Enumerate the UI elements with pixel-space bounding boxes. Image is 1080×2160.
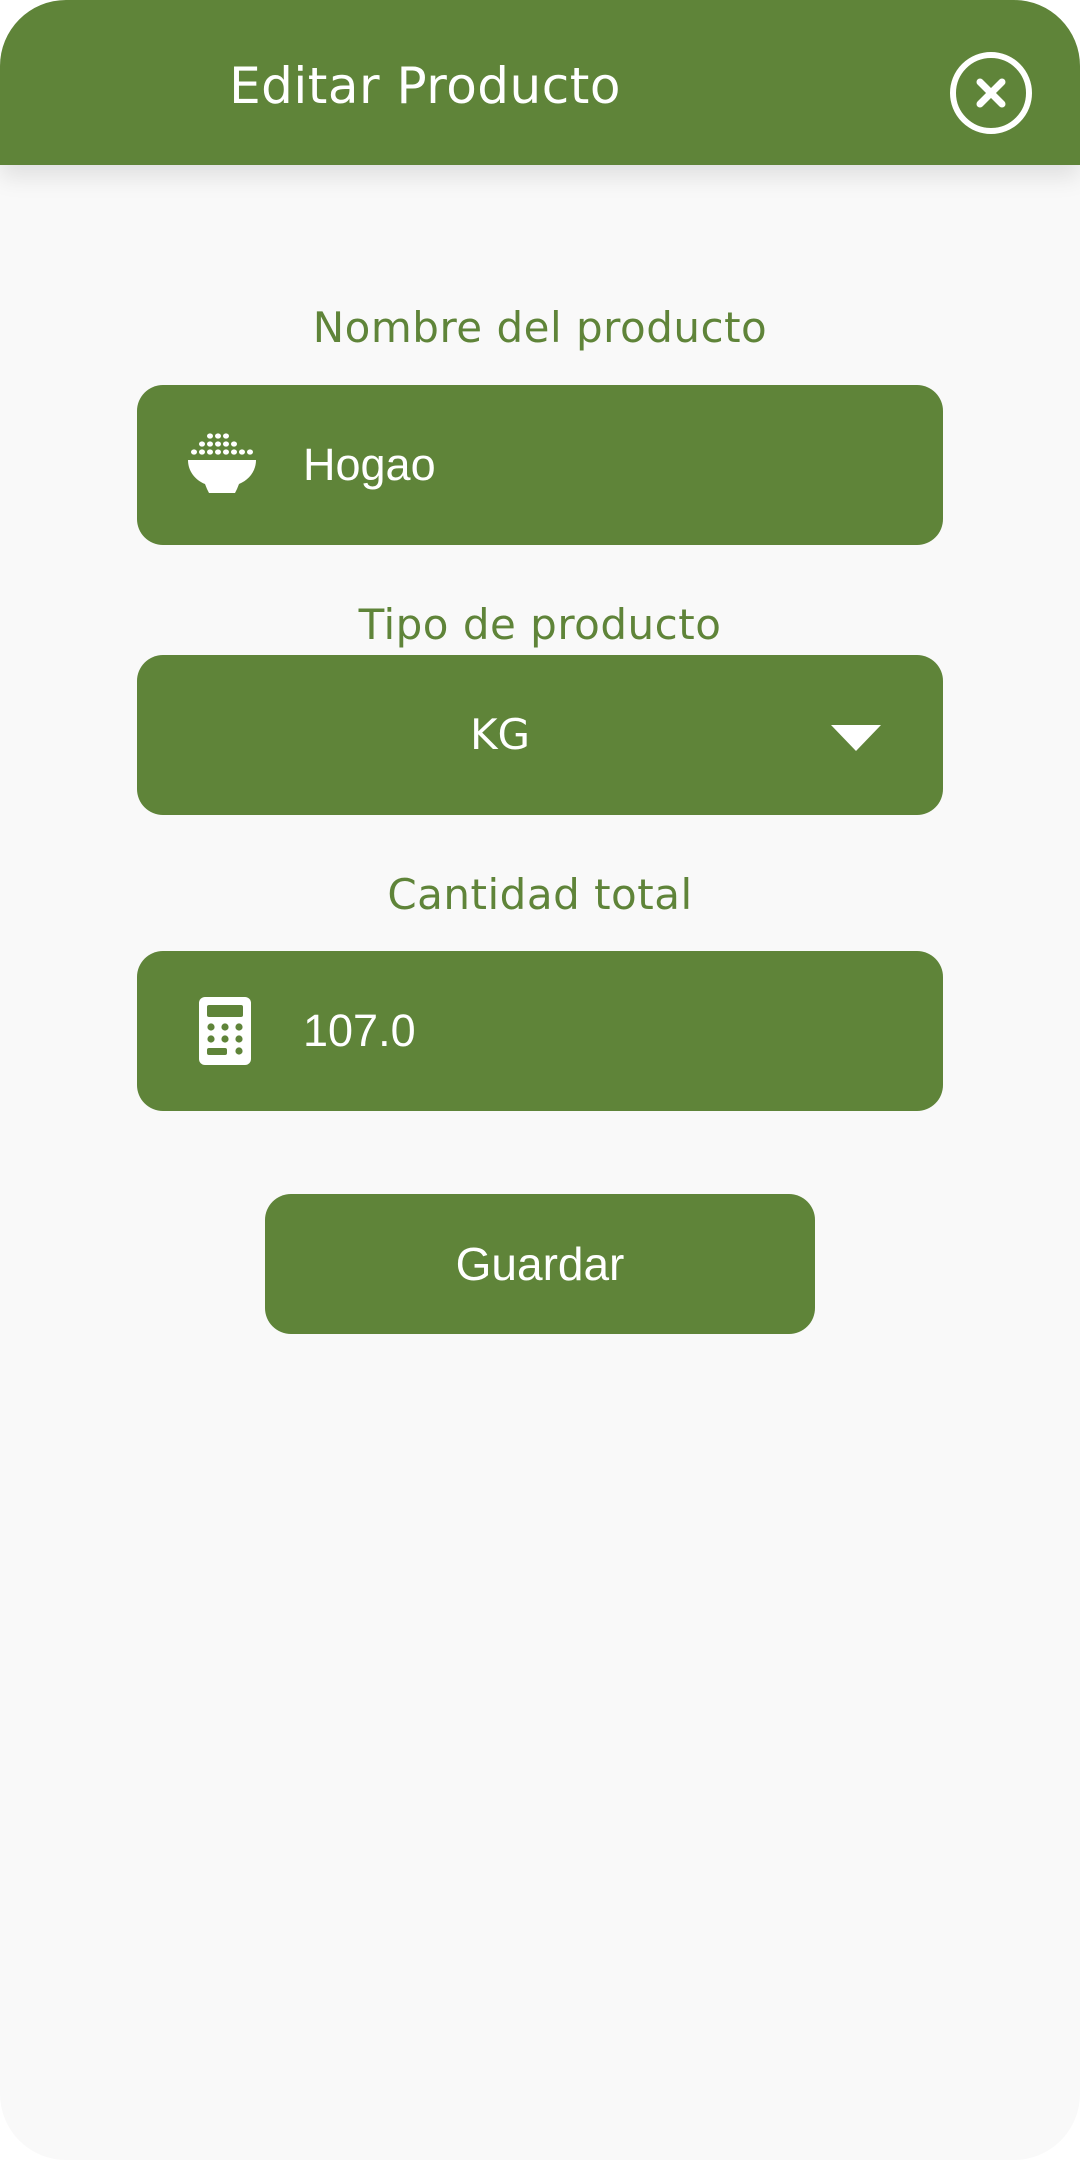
total-quantity-label: Cantidad total [387, 870, 693, 919]
close-circle-icon [950, 52, 1032, 134]
product-type-value: KG [469, 710, 531, 759]
save-button[interactable]: Guardar [265, 1194, 815, 1334]
product-name-label: Nombre del producto [312, 303, 768, 352]
rice-bowl-icon [188, 433, 256, 493]
product-type-select[interactable]: KG [137, 655, 943, 815]
dropdown-arrow-icon [831, 725, 881, 751]
edit-product-sheet: Editar Producto Nombre del producto Hoga… [0, 0, 1080, 2160]
total-quantity-value: 107.0 [303, 1005, 416, 1056]
header-bar: Editar Producto [0, 0, 1080, 165]
product-type-label: Tipo de producto [358, 600, 722, 649]
product-name-field[interactable]: Hogao [137, 385, 943, 545]
page-title: Editar Producto [229, 57, 621, 115]
close-button[interactable] [949, 51, 1033, 135]
calculator-icon [199, 997, 251, 1065]
total-quantity-field[interactable]: 107.0 [137, 951, 943, 1111]
product-name-value: Hogao [303, 439, 436, 490]
